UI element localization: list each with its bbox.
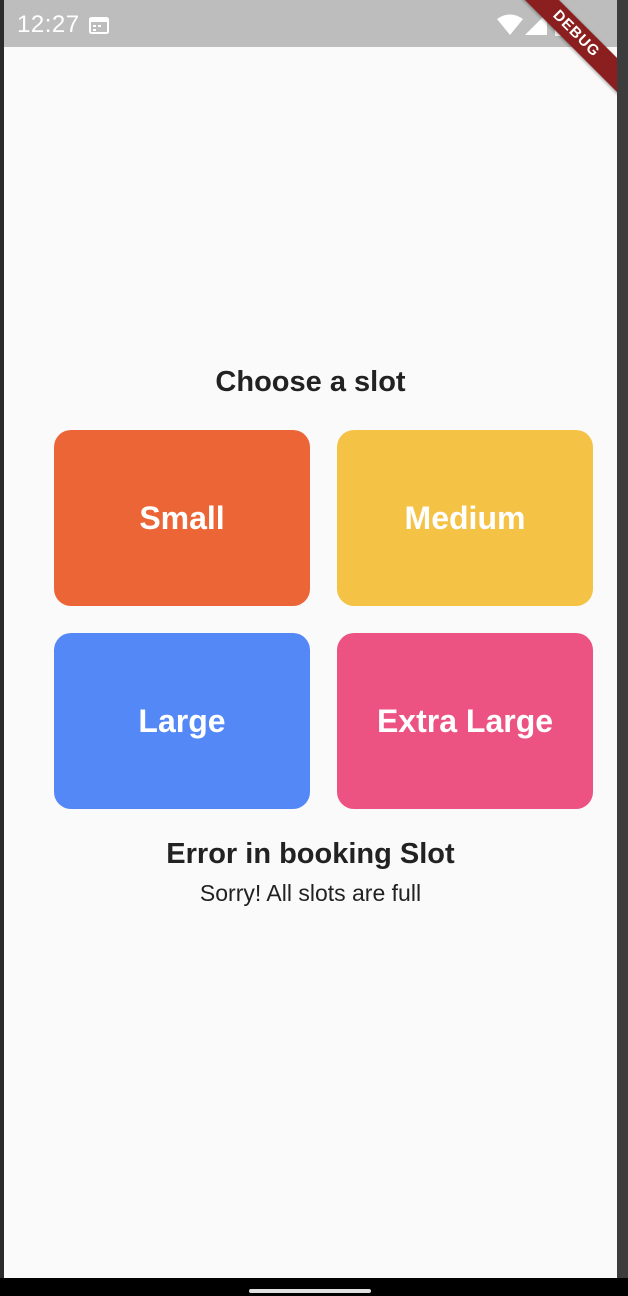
navigation-bar — [0, 1278, 628, 1296]
window-edge — [617, 0, 628, 1278]
slot-large-button[interactable]: Large — [54, 633, 310, 809]
error-message: Sorry! All slots are full — [199, 880, 422, 906]
slot-label: Large — [138, 702, 226, 739]
wifi-icon — [497, 14, 523, 35]
device-frame: 12:27 DEBUG Choose a slot Small Medium L… — [0, 0, 628, 1296]
home-indicator[interactable] — [249, 1289, 371, 1293]
slot-label: Medium — [404, 499, 526, 536]
slot-label: Small — [139, 499, 225, 536]
page-title: Choose a slot — [215, 366, 406, 398]
app-screen: 12:27 DEBUG Choose a slot Small Medium L… — [4, 0, 617, 1278]
status-bar: 12:27 — [4, 0, 617, 47]
slot-small-button[interactable]: Small — [54, 430, 310, 606]
slot-label: Extra Large — [376, 702, 554, 739]
error-title: Error in booking Slot — [166, 838, 455, 870]
status-time: 12:27 — [17, 11, 80, 38]
slot-extra-large-button[interactable]: Extra Large — [337, 633, 593, 809]
calendar-icon — [89, 17, 109, 34]
slot-medium-button[interactable]: Medium — [337, 430, 593, 606]
